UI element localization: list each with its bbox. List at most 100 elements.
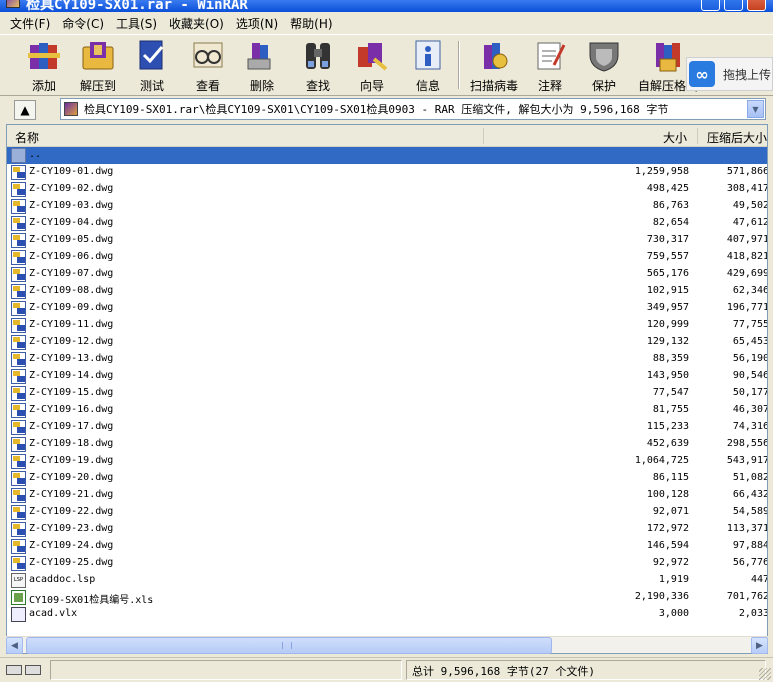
close-button[interactable] — [747, 0, 766, 11]
file-packed-size: 418,821 — [726, 251, 768, 262]
up-arrow-icon: ▲ — [20, 103, 30, 117]
file-row[interactable]: Z-CY109-22.dwg 92,071 54,589 — [7, 504, 767, 521]
parent-folder-row[interactable]: .. — [7, 147, 767, 164]
dwg-file-icon — [11, 318, 26, 333]
column-divider — [483, 128, 484, 144]
test-button[interactable]: 测试 — [130, 37, 174, 93]
file-row[interactable]: CY109-SX01检具编号.xls 2,190,336 701,762 — [7, 589, 767, 606]
menu-options[interactable]: 选项(N) — [230, 13, 284, 34]
window-title: 检具CY109-SX01.rar - WinRAR — [26, 0, 248, 12]
winrar-app-icon[interactable] — [6, 0, 20, 8]
maximize-button[interactable] — [724, 0, 743, 11]
file-row[interactable]: Z-CY109-25.dwg 92,972 56,776 — [7, 555, 767, 572]
dwg-file-icon — [11, 233, 26, 248]
key-icon[interactable] — [25, 665, 41, 675]
delete-button[interactable]: 删除 — [240, 37, 284, 93]
resize-grip[interactable] — [759, 668, 771, 680]
column-divider — [697, 128, 698, 144]
file-size: 129,132 — [646, 336, 689, 347]
horizontal-scrollbar[interactable]: ◀ ▶ — [6, 636, 768, 654]
file-row[interactable]: Z-CY109-06.dwg 759,557 418,821 — [7, 249, 768, 266]
column-name[interactable]: 名称 — [15, 129, 39, 146]
file-row[interactable]: Z-CY109-15.dwg 77,547 50,177 — [7, 385, 767, 402]
file-size: 1,919 — [658, 574, 689, 585]
file-row[interactable]: Z-CY109-11.dwg 120,999 77,755 — [7, 317, 767, 334]
file-row[interactable]: LSP acaddoc.lsp 1,919 447 — [7, 572, 767, 589]
file-row[interactable]: Z-CY109-21.dwg 100,128 66,432 — [7, 487, 767, 504]
file-packed-size: 62,346 — [732, 285, 768, 296]
file-row[interactable]: Z-CY109-18.dwg 452,639 298,556 — [7, 436, 767, 453]
column-size[interactable]: 大小 — [663, 129, 687, 146]
wizard-icon — [354, 39, 390, 73]
file-row[interactable]: Z-CY109-24.dwg 146,594 97,884 — [7, 538, 767, 555]
file-name: Z-CY109-11.dwg — [29, 319, 114, 330]
drag-upload-button[interactable]: ∞ 拖拽上传 — [686, 57, 773, 91]
folder-file-icon — [11, 148, 26, 163]
comment-button[interactable]: 注释 — [528, 37, 572, 93]
file-name: Z-CY109-18.dwg — [29, 438, 114, 449]
file-row[interactable]: Z-CY109-23.dwg 172,972 113,371 — [7, 521, 767, 538]
file-row[interactable]: Z-CY109-03.dwg 86,763 49,502 — [7, 198, 767, 215]
column-packed[interactable]: 压缩后大小 — [707, 129, 767, 146]
file-row[interactable]: Z-CY109-08.dwg 102,915 62,346 — [7, 283, 768, 300]
file-row[interactable]: Z-CY109-16.dwg 81,755 46,307 — [7, 402, 767, 419]
file-row[interactable]: Z-CY109-04.dwg 82,654 47,612 — [7, 215, 767, 232]
protect-button[interactable]: 保护 — [582, 37, 626, 93]
file-name: acad.vlx — [29, 608, 78, 619]
menu-help[interactable]: 帮助(H) — [284, 13, 338, 34]
file-packed-size: 429,699 — [726, 268, 768, 279]
file-name: Z-CY109-20.dwg — [29, 472, 114, 483]
virus-scan-icon — [476, 39, 512, 73]
file-row[interactable]: Z-CY109-13.dwg 88,359 56,190 — [7, 351, 767, 368]
status-bar: 总计 9,596,168 字节(27 个文件) — [0, 657, 773, 682]
menu-favorites[interactable]: 收藏夹(O) — [163, 13, 230, 34]
file-row[interactable]: Z-CY109-09.dwg 349,957 196,771 — [7, 300, 767, 317]
file-packed-size: 90,546 — [732, 370, 768, 381]
file-rows: .. Z-CY109-01.dwg 1,259,958 571,866 Z-CY109-… — [7, 147, 768, 623]
vlx-file-icon — [11, 607, 26, 622]
file-row[interactable]: Z-CY109-05.dwg 730,317 407,971 — [7, 232, 767, 249]
file-row[interactable]: Z-CY109-01.dwg 1,259,958 571,866 — [7, 164, 767, 181]
wizard-button[interactable]: 向导 — [350, 37, 394, 93]
view-button[interactable]: 查看 — [186, 37, 230, 93]
drive-icon[interactable] — [6, 665, 22, 675]
chevron-down-icon[interactable]: ▼ — [747, 100, 764, 118]
extract-to-button[interactable]: 解压到 — [76, 37, 120, 93]
file-row[interactable]: Z-CY109-19.dwg 1,064,725 543,917 — [7, 453, 768, 470]
address-bar: ▲ 检具CY109-SX01.rar\检具CY109-SX01\CY109-SX… — [0, 96, 773, 124]
dwg-file-icon — [11, 522, 26, 537]
file-row[interactable]: acad.vlx 3,000 2,033 — [7, 606, 767, 623]
menu-file[interactable]: 文件(F) — [4, 13, 56, 34]
dwg-file-icon — [11, 454, 26, 469]
minimize-button[interactable] — [701, 0, 720, 11]
dwg-file-icon — [11, 335, 26, 350]
toolbar: 添加 解压到 测试 查看 删除 查找 向导 信息 扫描病毒 注释 保护 自解压格… — [0, 34, 773, 96]
file-packed-size: 543,917 — [726, 455, 768, 466]
file-row[interactable]: Z-CY109-07.dwg 565,176 429,699 — [7, 266, 768, 283]
file-size: 498,425 — [646, 183, 689, 194]
menu-tools[interactable]: 工具(S) — [110, 13, 163, 34]
find-button[interactable]: 查找 — [296, 37, 340, 93]
file-row[interactable]: Z-CY109-20.dwg 86,115 51,082 — [7, 470, 767, 487]
dwg-file-icon — [11, 216, 26, 231]
file-row[interactable]: Z-CY109-12.dwg 129,132 65,453 — [7, 334, 767, 351]
file-list[interactable]: 名称 大小 压缩后大小 .. Z-CY109-01.dwg 1,259,958 571… — [6, 124, 768, 654]
info-button[interactable]: 信息 — [406, 37, 450, 93]
file-size: 86,115 — [652, 472, 689, 483]
comment-icon — [532, 39, 568, 73]
address-path-box[interactable]: 检具CY109-SX01.rar\检具CY109-SX01\CY109-SX01… — [60, 98, 766, 120]
menu-commands[interactable]: 命令(C) — [56, 13, 110, 34]
file-size: 77,547 — [652, 387, 689, 398]
cloud-upload-icon: ∞ — [689, 61, 715, 87]
virus-scan-button[interactable]: 扫描病毒 — [464, 37, 524, 93]
add-button[interactable]: 添加 — [22, 37, 66, 93]
file-row[interactable]: Z-CY109-14.dwg 143,950 90,546 — [7, 368, 768, 385]
file-row[interactable]: Z-CY109-02.dwg 498,425 308,417 — [7, 181, 767, 198]
scroll-right-button[interactable]: ▶ — [751, 637, 768, 654]
info-icon — [410, 39, 446, 73]
scroll-thumb[interactable] — [26, 637, 552, 654]
file-row[interactable]: Z-CY109-17.dwg 115,233 74,316 — [7, 419, 767, 436]
up-folder-button[interactable]: ▲ — [14, 100, 36, 120]
scroll-left-button[interactable]: ◀ — [6, 637, 23, 654]
title-bar[interactable]: 检具CY109-SX01.rar - WinRAR — [0, 0, 773, 12]
